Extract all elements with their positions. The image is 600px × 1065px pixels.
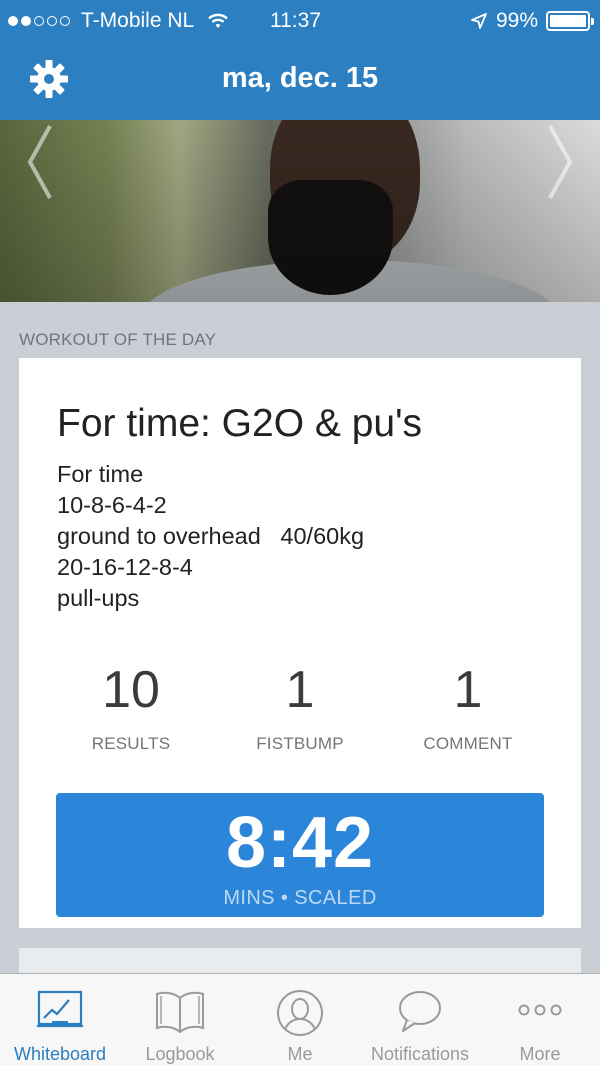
tab-whiteboard[interactable]: Whiteboard bbox=[0, 974, 120, 1065]
results-count: 10 bbox=[102, 661, 160, 719]
location-arrow-icon bbox=[471, 13, 487, 29]
results-stat[interactable]: 10 RESULTS bbox=[46, 660, 216, 754]
signal-dot-icon bbox=[21, 16, 31, 26]
workout-banner-image bbox=[0, 120, 600, 302]
workout-title: For time: G2O & pu's bbox=[57, 402, 423, 445]
tab-label: Whiteboard bbox=[13, 1044, 107, 1064]
score-value: 8:42 bbox=[225, 803, 375, 883]
signal-dot-icon bbox=[34, 16, 44, 26]
tab-more[interactable]: More bbox=[480, 974, 600, 1065]
chevron-left-icon[interactable] bbox=[24, 122, 54, 202]
more-icon bbox=[518, 1004, 562, 1016]
fistbump-stat[interactable]: 1 FISTBUMP bbox=[215, 660, 385, 754]
status-right: 99% bbox=[470, 8, 594, 34]
description-line: For time bbox=[57, 461, 144, 487]
score-subtitle: MINS • SCALED bbox=[223, 887, 377, 909]
signal-indicator: T-Mobile NL bbox=[8, 8, 229, 34]
description-line: 20-16-12-8-4 bbox=[57, 554, 193, 580]
carrier-name: T-Mobile NL bbox=[81, 9, 195, 32]
book-icon bbox=[156, 991, 204, 1034]
speech-bubble-icon bbox=[399, 991, 441, 1032]
tab-bar: Whiteboard Logbook Me Notifications More bbox=[0, 973, 600, 1065]
fistbump-label: FISTBUMP bbox=[256, 734, 344, 753]
tab-me[interactable]: Me bbox=[240, 974, 360, 1065]
tab-label: Notifications bbox=[370, 1044, 470, 1064]
battery-percentage: 99% bbox=[495, 9, 538, 32]
tab-label: Logbook bbox=[145, 1044, 215, 1064]
battery-icon bbox=[546, 11, 594, 31]
fistbump-count: 1 bbox=[285, 661, 315, 719]
workout-card[interactable]: For time: G2O & pu's For time 10-8-6-4-2… bbox=[19, 358, 581, 928]
navigation-bar: ma, dec. 15 bbox=[0, 40, 600, 120]
tab-notifications[interactable]: Notifications bbox=[360, 974, 480, 1065]
comment-stat[interactable]: 1 COMMENT bbox=[383, 660, 553, 754]
person-icon bbox=[277, 990, 323, 1036]
signal-dot-icon bbox=[8, 16, 18, 26]
workout-stats: 10 RESULTS 1 FISTBUMP 1 COMMENT bbox=[19, 660, 581, 760]
tab-logbook[interactable]: Logbook bbox=[120, 974, 240, 1065]
status-bar: T-Mobile NL 11:37 99% bbox=[0, 0, 600, 40]
score-button[interactable]: 8:42 MINS • SCALED bbox=[56, 793, 544, 917]
results-label: RESULTS bbox=[91, 734, 171, 753]
signal-dot-icon bbox=[60, 16, 70, 26]
comment-label: COMMENT bbox=[423, 734, 513, 753]
tab-label: Me bbox=[287, 1044, 313, 1064]
comment-count: 1 bbox=[453, 661, 483, 719]
workout-description: For time 10-8-6-4-2 ground to overhead 4… bbox=[57, 459, 364, 614]
status-time: 11:37 bbox=[270, 9, 321, 32]
description-line: pull-ups bbox=[57, 585, 140, 611]
description-line: ground to overhead 40/60kg bbox=[57, 523, 365, 549]
section-label: WORKOUT OF THE DAY bbox=[19, 330, 217, 349]
tab-label: More bbox=[519, 1044, 561, 1064]
page-title: ma, dec. 15 bbox=[221, 62, 379, 94]
wifi-icon bbox=[208, 13, 229, 28]
signal-dot-icon bbox=[47, 16, 57, 26]
description-line: 10-8-6-4-2 bbox=[57, 492, 167, 518]
chevron-right-icon[interactable] bbox=[546, 122, 576, 202]
whiteboard-icon bbox=[37, 990, 83, 1028]
